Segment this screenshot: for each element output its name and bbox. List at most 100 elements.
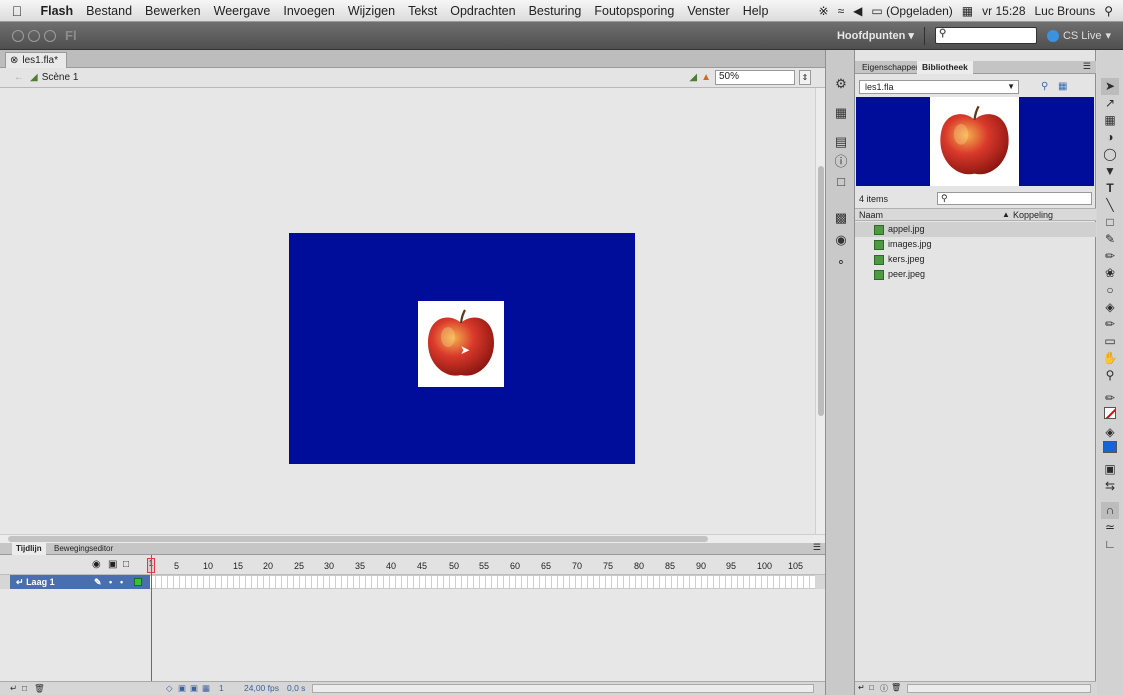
bluetooth-icon[interactable]: ※	[819, 4, 829, 18]
document-tab[interactable]: ⊗ les1.fla*	[5, 52, 67, 68]
scene-label[interactable]: Scène 1	[42, 72, 79, 83]
menu-tekst[interactable]: Tekst	[402, 4, 444, 18]
bone-tool-icon[interactable]: ○	[1101, 282, 1119, 299]
edit-scene-icon[interactable]: ◢	[689, 72, 697, 83]
properties-icon[interactable]: ⓘ	[880, 683, 888, 694]
menu-bestand[interactable]: Bestand	[80, 4, 139, 18]
zoom-field[interactable]: 50%	[715, 70, 795, 85]
frame-rate[interactable]: 24,00 fps	[244, 683, 279, 693]
scroll-thumb[interactable]	[818, 166, 824, 416]
timeline-empty-area[interactable]	[0, 589, 825, 681]
library-item[interactable]: appel.jpg	[855, 222, 1096, 237]
zoom-dropdown-button[interactable]: ⇕	[799, 70, 811, 85]
layer-color-square[interactable]	[134, 578, 142, 586]
menu-bewerken[interactable]: Bewerken	[139, 4, 208, 18]
paint-bucket-tool-icon[interactable]: ◈	[1101, 299, 1119, 316]
layer-item[interactable]: ↵ Laag 1 ✎ • •	[10, 575, 150, 589]
pen-tool-icon[interactable]: ▼	[1101, 163, 1119, 180]
cs-live-button[interactable]: CS Live ▾	[1046, 29, 1111, 42]
menu-wijzigen[interactable]: Wijzigen	[341, 4, 401, 18]
menu-opdrachten[interactable]: Opdrachten	[444, 4, 522, 18]
motion-presets-icon[interactable]: ∘	[833, 254, 849, 270]
selection-tool-icon[interactable]: ➤	[1101, 78, 1119, 95]
minimize-window-button[interactable]	[28, 29, 40, 42]
frame-cells[interactable]	[150, 575, 815, 589]
panel-menu-icon[interactable]: ☰	[813, 542, 821, 553]
fill-color-swatch[interactable]	[1101, 441, 1119, 458]
swap-colors-icon[interactable]: ⇆	[1101, 478, 1119, 495]
menu-app[interactable]: Flash	[34, 4, 80, 18]
snap-to-objects-icon[interactable]: ∩	[1101, 502, 1119, 519]
help-search-input[interactable]: ⚲	[934, 27, 1037, 44]
onion-skin-icon[interactable]: ▣	[178, 683, 186, 694]
tab-properties[interactable]: Eigenschappen	[857, 61, 926, 74]
back-arrow-icon[interactable]: ←	[0, 72, 30, 83]
menu-venster[interactable]: Venster	[681, 4, 736, 18]
workspace-switcher[interactable]: Hoofdpunten ▾	[837, 29, 914, 42]
tab-motion-editor[interactable]: Bewegingseditor	[50, 543, 117, 555]
outline-icon[interactable]: □	[123, 559, 129, 570]
align-icon[interactable]: ▤	[833, 134, 849, 150]
scroll-thumb[interactable]	[8, 536, 708, 542]
subselection-tool-icon[interactable]: ↗	[1101, 95, 1119, 112]
column-name[interactable]: Naam	[859, 209, 883, 221]
stroke-color-icon[interactable]: ✏	[1101, 390, 1119, 407]
edit-symbols-icon[interactable]: ▲	[701, 72, 711, 83]
deco-tool-icon[interactable]: ❀	[1101, 265, 1119, 282]
visibility-dot[interactable]: •	[109, 575, 112, 589]
stroke-color-swatch[interactable]	[1101, 407, 1119, 424]
new-symbol-icon[interactable]: ↵	[858, 683, 865, 692]
delete-layer-icon[interactable]: 🗑	[34, 683, 45, 694]
eraser-tool-icon[interactable]: ▭	[1101, 333, 1119, 350]
line-tool-icon[interactable]: ╲	[1101, 197, 1119, 214]
swatches-icon[interactable]: ▦	[833, 105, 849, 121]
show-hide-icon[interactable]: ◉	[92, 559, 101, 570]
apple-icon[interactable]: 	[0, 3, 34, 19]
transform-icon[interactable]: □	[833, 174, 849, 190]
library-search-input[interactable]: ⚲	[937, 192, 1092, 205]
center-frame-icon[interactable]: ◇	[166, 683, 173, 694]
canvas-horizontal-scrollbar[interactable]	[0, 534, 825, 543]
text-tool-icon[interactable]: T	[1101, 180, 1119, 197]
rectangle-tool-icon[interactable]: □	[1101, 214, 1119, 231]
lock-icon[interactable]: ▣	[108, 559, 117, 570]
black-white-icon[interactable]: ▣	[1101, 461, 1119, 478]
delete-icon[interactable]: 🗑	[891, 683, 901, 692]
battery-status[interactable]: ▭ (Opgeladen)	[871, 4, 952, 18]
menu-invoegen[interactable]: Invoegen	[277, 4, 341, 18]
panel-menu-icon[interactable]: ☰	[1083, 61, 1091, 72]
library-item[interactable]: images.jpg	[855, 237, 1096, 252]
edit-frames-icon[interactable]: ▦	[202, 683, 210, 694]
column-linkage[interactable]: Koppeling	[1013, 209, 1053, 221]
new-folder-icon[interactable]: □	[869, 683, 874, 692]
code-snippets-icon[interactable]: ▩	[833, 210, 849, 226]
free-transform-tool-icon[interactable]: ▦	[1101, 112, 1119, 129]
layer-name[interactable]: Laag 1	[26, 577, 55, 587]
3d-rotation-tool-icon[interactable]: ◑	[1101, 129, 1119, 146]
components-icon[interactable]: ◉	[833, 232, 849, 248]
wifi-icon[interactable]: ≈	[838, 4, 845, 18]
eyedropper-tool-icon[interactable]: ✏	[1101, 316, 1119, 333]
pencil-tool-icon[interactable]: ✎	[1101, 231, 1119, 248]
menu-weergave[interactable]: Weergave	[207, 4, 277, 18]
hand-tool-icon[interactable]: ✋	[1101, 350, 1119, 367]
zoom-window-button[interactable]	[44, 29, 56, 42]
menu-besturing[interactable]: Besturing	[522, 4, 588, 18]
lasso-tool-icon[interactable]: ◯	[1101, 146, 1119, 163]
volume-icon[interactable]: ◀	[853, 4, 862, 18]
close-tab-icon[interactable]: ⊗	[10, 55, 18, 66]
color-icon[interactable]: ⚙	[833, 76, 849, 92]
clock[interactable]: vr 15:28	[982, 4, 1025, 18]
spotlight-icon[interactable]: ⚲	[1104, 4, 1113, 18]
close-window-button[interactable]	[12, 29, 24, 42]
library-document-select[interactable]: les1.fla ▼	[859, 80, 1019, 94]
menu-foutopsporing[interactable]: Foutopsporing	[588, 4, 681, 18]
fill-color-icon[interactable]: ◈	[1101, 424, 1119, 441]
library-item[interactable]: kers.jpeg	[855, 252, 1096, 267]
info-icon[interactable]: ⓘ	[833, 154, 849, 170]
menu-help[interactable]: Help	[736, 4, 775, 18]
timeline-layer-row[interactable]: ↵ Laag 1 ✎ • •	[0, 575, 825, 589]
timeline-scrollbar[interactable]	[312, 684, 814, 693]
brush-tool-icon[interactable]: ✏	[1101, 248, 1119, 265]
straighten-icon[interactable]: ∟	[1101, 536, 1119, 553]
